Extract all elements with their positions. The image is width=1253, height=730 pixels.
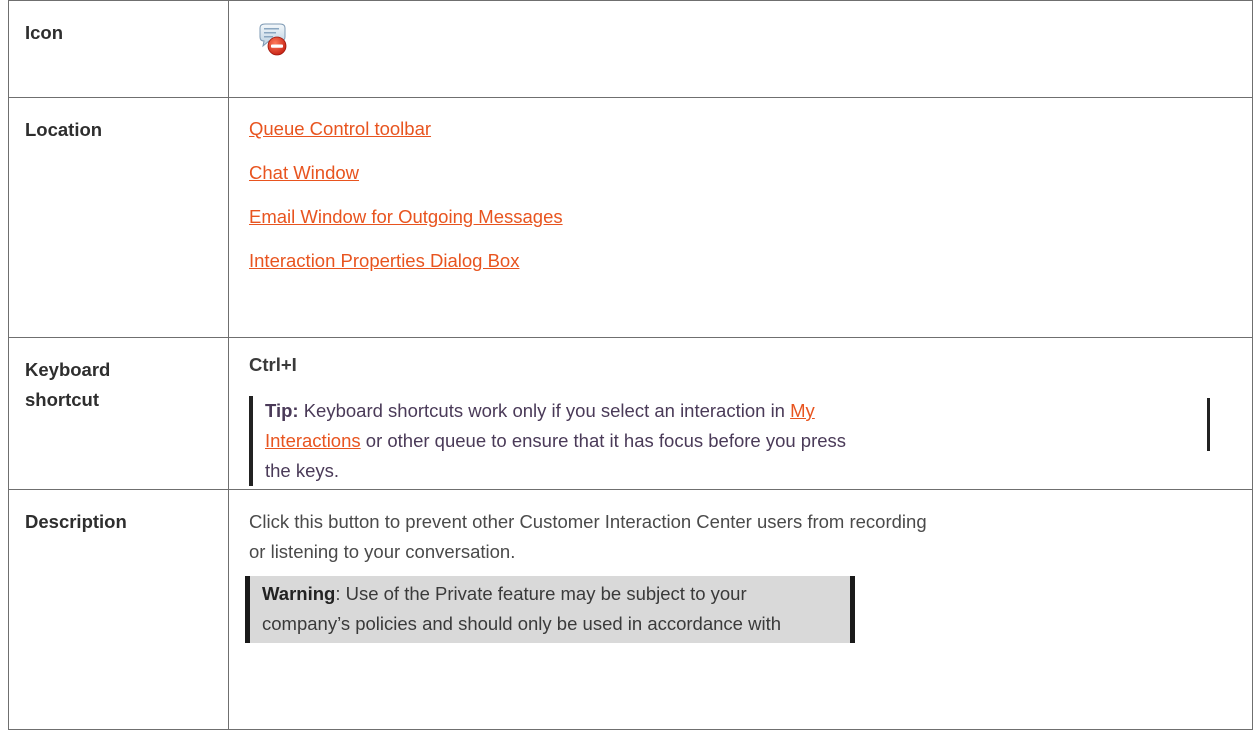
location-row-value: Queue Control toolbar Chat Window Email … xyxy=(228,97,1253,338)
tip-right-bar xyxy=(1207,398,1210,451)
private-chat-bubble-icon xyxy=(257,23,291,57)
icon-row: Icon xyxy=(8,0,1253,98)
link-chat-window[interactable]: Chat Window xyxy=(249,158,1236,188)
properties-table: Icon Location Queue Control toolbar Chat… xyxy=(8,0,1253,730)
description-row-label: Description xyxy=(8,489,229,730)
warning-text: : Use of the Private feature may be subj… xyxy=(262,583,782,634)
icon-row-value xyxy=(228,0,1253,98)
tip-label: Tip: xyxy=(265,400,299,421)
tip-text-before: Keyboard shortcuts work only if you sele… xyxy=(298,400,791,421)
keyboard-row: Keyboard shortcut Ctrl+I Tip: Keyboard s… xyxy=(8,337,1253,490)
warning-label: Warning xyxy=(262,583,336,604)
link-interaction-properties[interactable]: Interaction Properties Dialog Box xyxy=(249,246,1236,276)
location-row: Location Queue Control toolbar Chat Wind… xyxy=(8,97,1253,338)
description-text: Click this button to prevent other Custo… xyxy=(249,511,927,562)
location-row-label: Location xyxy=(8,97,229,338)
keyboard-label-line1: Keyboard xyxy=(25,359,111,380)
link-email-window[interactable]: Email Window for Outgoing Messages xyxy=(249,202,1236,232)
shortcut-text: Ctrl+I xyxy=(249,354,297,375)
link-queue-control-toolbar[interactable]: Queue Control toolbar xyxy=(249,114,1236,144)
warning-note: Warning: Use of the Private feature may … xyxy=(245,576,855,643)
keyboard-label-line2: shortcut xyxy=(25,389,99,410)
tip-note: Tip: Keyboard shortcuts work only if you… xyxy=(249,396,1210,486)
keyboard-row-value: Ctrl+I Tip: Keyboard shortcuts work only… xyxy=(228,337,1253,490)
icon-row-label: Icon xyxy=(8,0,229,98)
description-row-value: Click this button to prevent other Custo… xyxy=(228,489,1253,730)
keyboard-row-label: Keyboard shortcut xyxy=(8,337,229,490)
description-row: Description Click this button to prevent… xyxy=(8,489,1253,730)
